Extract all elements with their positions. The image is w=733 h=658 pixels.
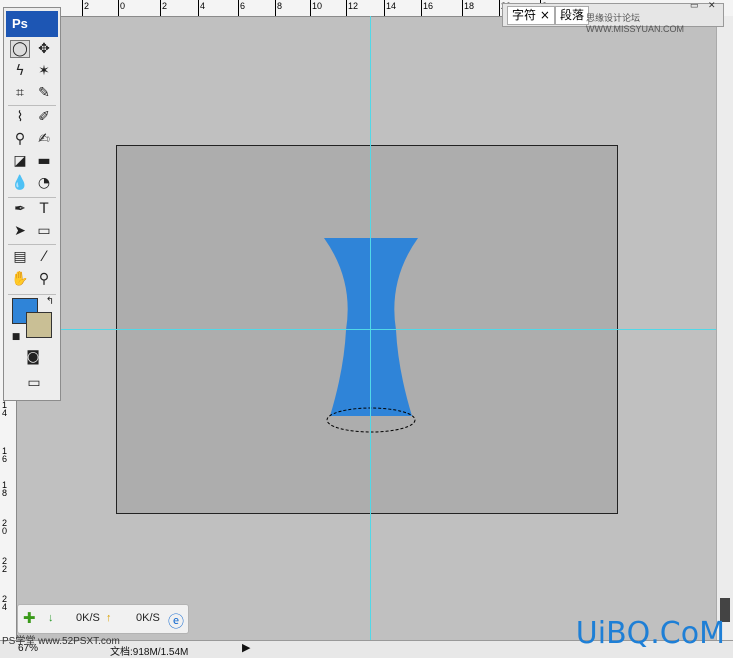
tab-character[interactable]: 字符 × bbox=[507, 6, 555, 25]
zoom-icon[interactable]: ⚲ bbox=[34, 270, 54, 288]
tab-paragraph[interactable]: 段落 bbox=[555, 6, 590, 25]
rectangle-icon[interactable]: ▭ bbox=[34, 222, 54, 240]
pen-icon[interactable]: ✒ bbox=[10, 200, 30, 218]
uibq-watermark: UiBQ.CoM bbox=[575, 616, 725, 651]
speed-logo-icon[interactable]: ✚ bbox=[23, 609, 36, 627]
background-color-swatch[interactable] bbox=[26, 312, 52, 338]
ie-icon[interactable]: ⓔ bbox=[168, 608, 184, 632]
dodge-icon[interactable]: ◔ bbox=[34, 174, 54, 192]
toolbox-separator bbox=[8, 197, 56, 198]
vertical-scrollbar[interactable] bbox=[716, 16, 733, 640]
close-icon[interactable]: × bbox=[540, 8, 550, 22]
tab-character-label: 字符 bbox=[512, 8, 537, 22]
polygon-lasso-icon[interactable]: ϟ bbox=[10, 62, 30, 80]
toolbox-separator bbox=[8, 105, 56, 106]
eraser-icon[interactable]: ◪ bbox=[10, 152, 30, 170]
tools-palette: Ps ↰ ■ ◙ ▭ ◯ ✥ ϟ ✶ ⌗ ✎ ⌇ ✐ ⚲ ✍ ◪ ▬ 💧 ◔ ✒ T ➤ ▭ ▤ ⁄ ✋ ⚲ bbox=[3, 7, 61, 401]
crop-icon[interactable]: ⌗ bbox=[10, 84, 30, 102]
psxt-watermark: PS学堂 www.52PSXT.com bbox=[2, 636, 120, 647]
hand-icon[interactable]: ✋ bbox=[10, 270, 30, 288]
download-arrow-icon: ↓ bbox=[48, 612, 54, 624]
toolbox-separator bbox=[8, 244, 56, 245]
horizontal-guide[interactable] bbox=[16, 329, 716, 330]
upload-arrow-icon: ↑ bbox=[106, 612, 112, 624]
close-window-icon[interactable]: ✕ bbox=[708, 0, 716, 11]
hourglass-shape bbox=[324, 238, 418, 416]
document-size: 文档:918M/1.54M bbox=[110, 647, 189, 658]
notes-icon[interactable]: ▤ bbox=[10, 248, 30, 266]
magic-wand-icon[interactable]: ✶ bbox=[34, 62, 54, 80]
history-brush-icon[interactable]: ✍ bbox=[34, 130, 54, 148]
network-speed-widget: ✚ ↓ 0K/S ↑ 0K/S ⓔ bbox=[17, 604, 189, 634]
clone-stamp-icon[interactable]: ⚲ bbox=[10, 130, 30, 148]
minimize-icon[interactable]: ▭ bbox=[690, 0, 699, 11]
path-selection-icon[interactable]: ➤ bbox=[10, 222, 30, 240]
gradient-icon[interactable]: ▬ bbox=[34, 152, 54, 170]
brush-icon[interactable]: ✐ bbox=[34, 108, 54, 126]
screen-mode-icon[interactable]: ▭ bbox=[22, 374, 46, 392]
slice-icon[interactable]: ✎ bbox=[34, 84, 54, 102]
type-icon[interactable]: T bbox=[34, 200, 54, 218]
quick-mask-icon[interactable]: ◙ bbox=[22, 348, 44, 366]
vertical-guide[interactable] bbox=[370, 16, 371, 640]
move-icon[interactable]: ✥ bbox=[34, 40, 54, 58]
eyedropper-icon[interactable]: ⁄ bbox=[34, 248, 54, 266]
photoshop-logo[interactable]: Ps bbox=[6, 11, 58, 37]
healing-brush-icon[interactable]: ⌇ bbox=[10, 108, 30, 126]
watermark-text: 思缘设计论坛 WWW.MISSYUAN.COM bbox=[586, 13, 684, 34]
status-menu-arrow-icon[interactable]: ▶ bbox=[242, 641, 250, 654]
blur-icon[interactable]: 💧 bbox=[10, 174, 30, 192]
toolbox-separator bbox=[8, 294, 56, 295]
elliptical-marquee-icon[interactable]: ◯ bbox=[10, 40, 30, 58]
default-colors-icon[interactable]: ■ bbox=[6, 328, 26, 346]
upload-speed: 0K/S bbox=[136, 612, 160, 624]
download-speed: 0K/S bbox=[76, 612, 100, 624]
